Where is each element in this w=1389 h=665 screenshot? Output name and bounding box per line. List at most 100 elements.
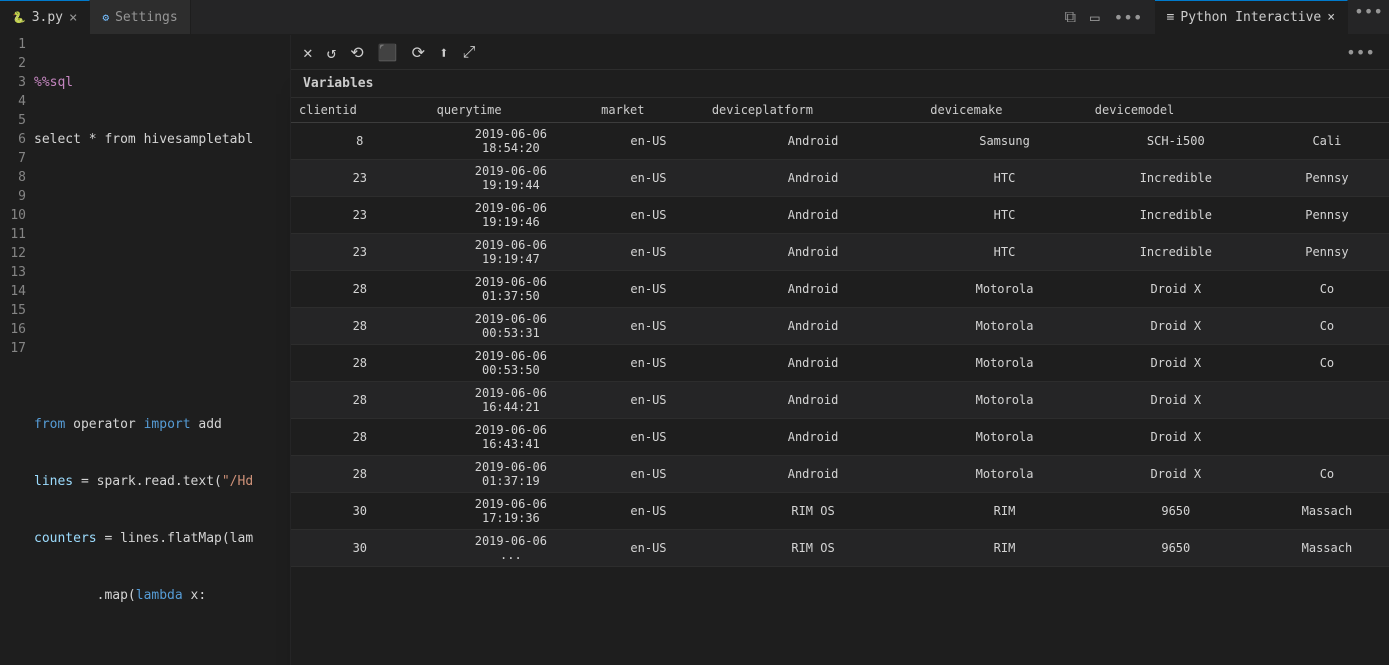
- cell-clientid: 23: [291, 197, 429, 234]
- col-header-deviceplatform[interactable]: deviceplatform: [704, 98, 922, 123]
- col-header-devicemake[interactable]: devicemake: [922, 98, 1087, 123]
- redo-btn[interactable]: ⟳: [408, 41, 429, 64]
- cell-devicemake: Motorola: [922, 419, 1087, 456]
- line-num-2: 2: [0, 54, 26, 73]
- cell-deviceplatform: Android: [704, 345, 922, 382]
- cell-deviceplatform: Android: [704, 123, 922, 160]
- col-header-querytime[interactable]: querytime: [429, 98, 594, 123]
- cell-clientid: 28: [291, 345, 429, 382]
- cell-devicemake: HTC: [922, 160, 1087, 197]
- table-row[interactable]: 282019-06-06 01:37:19en-USAndroidMotorol…: [291, 456, 1389, 493]
- cell-extra: Massach: [1265, 530, 1389, 567]
- cell-deviceplatform: Android: [704, 382, 922, 419]
- tab-settings[interactable]: ⚙ Settings: [90, 0, 190, 34]
- table-header-row: clientid querytime market deviceplatform…: [291, 98, 1389, 123]
- table-row[interactable]: 282019-06-06 00:53:31en-USAndroidMotorol…: [291, 308, 1389, 345]
- tab-spacer: [191, 0, 1053, 34]
- cell-devicemodel: Droid X: [1087, 419, 1265, 456]
- table-row[interactable]: 302019-06-06 17:19:36en-USRIM OSRIM9650M…: [291, 493, 1389, 530]
- cell-deviceplatform: RIM OS: [704, 530, 922, 567]
- editor-toolbar: ⧉ ▭ •••: [1053, 0, 1155, 34]
- cell-querytime: 2019-06-06 17:19:36: [429, 493, 594, 530]
- cell-market: en-US: [593, 197, 704, 234]
- cell-querytime: 2019-06-06 ...: [429, 530, 594, 567]
- table-row[interactable]: 232019-06-06 19:19:46en-USAndroidHTCIncr…: [291, 197, 1389, 234]
- cell-devicemodel: Incredible: [1087, 197, 1265, 234]
- stop-btn[interactable]: ⬛: [374, 41, 402, 64]
- python-toolbar-more[interactable]: •••: [1340, 41, 1381, 64]
- toggle-layout-btn[interactable]: ▭: [1086, 6, 1104, 29]
- cell-querytime: 2019-06-06 19:19:47: [429, 234, 594, 271]
- line-num-16: 16: [0, 320, 26, 339]
- cell-querytime: 2019-06-06 16:43:41: [429, 419, 594, 456]
- cell-devicemake: Motorola: [922, 308, 1087, 345]
- cell-deviceplatform: Android: [704, 456, 922, 493]
- col-header-devicemodel[interactable]: devicemodel: [1087, 98, 1265, 123]
- more-actions-btn[interactable]: •••: [1110, 6, 1147, 29]
- python-more-btn[interactable]: •••: [1348, 0, 1389, 34]
- cell-deviceplatform: Android: [704, 197, 922, 234]
- col-header-market[interactable]: market: [593, 98, 704, 123]
- cell-deviceplatform: RIM OS: [704, 493, 922, 530]
- cell-extra: Pennsy: [1265, 197, 1389, 234]
- cell-market: en-US: [593, 345, 704, 382]
- code-line-1: %%sql: [34, 73, 290, 92]
- settings-tab-label: Settings: [115, 10, 178, 25]
- tab-editor[interactable]: 🐍 3.py ×: [0, 0, 90, 34]
- line-num-10: 10: [0, 206, 26, 225]
- cell-querytime: 2019-06-06 00:53:31: [429, 308, 594, 345]
- undo-btn[interactable]: ⟲: [346, 41, 367, 64]
- line-num-3: 3: [0, 73, 26, 92]
- cell-market: en-US: [593, 493, 704, 530]
- cell-devicemodel: Droid X: [1087, 345, 1265, 382]
- cell-extra: Cali: [1265, 123, 1389, 160]
- cell-clientid: 28: [291, 456, 429, 493]
- cell-devicemodel: Droid X: [1087, 271, 1265, 308]
- table-row[interactable]: 82019-06-06 18:54:20en-USAndroidSamsungS…: [291, 123, 1389, 160]
- table-row[interactable]: 302019-06-06 ...en-USRIM OSRIM9650Massac…: [291, 530, 1389, 567]
- split-editor-btn[interactable]: ⧉: [1061, 5, 1080, 29]
- cell-extra: Massach: [1265, 493, 1389, 530]
- table-row[interactable]: 232019-06-06 19:19:47en-USAndroidHTCIncr…: [291, 234, 1389, 271]
- cell-clientid: 28: [291, 308, 429, 345]
- cell-extra: [1265, 419, 1389, 456]
- table-row[interactable]: 232019-06-06 19:19:44en-USAndroidHTCIncr…: [291, 160, 1389, 197]
- close-btn[interactable]: ✕: [299, 41, 317, 64]
- cell-devicemodel: Droid X: [1087, 308, 1265, 345]
- cell-extra: Co: [1265, 345, 1389, 382]
- code-area[interactable]: %%sql select * from hivesampletabl from …: [34, 35, 290, 630]
- cell-extra: Co: [1265, 456, 1389, 493]
- code-line-6: [34, 358, 290, 377]
- code-line-2: select * from hivesampletabl: [34, 130, 290, 149]
- table-row[interactable]: 282019-06-06 00:53:50en-USAndroidMotorol…: [291, 345, 1389, 382]
- cell-querytime: 2019-06-06 16:44:21: [429, 382, 594, 419]
- settings-icon: ⚙: [102, 11, 109, 24]
- data-table[interactable]: clientid querytime market deviceplatform…: [291, 98, 1389, 665]
- expand-btn[interactable]: ⤢: [459, 40, 480, 64]
- cell-devicemake: HTC: [922, 234, 1087, 271]
- python-file-icon: 🐍: [12, 11, 26, 24]
- cell-devicemake: Motorola: [922, 271, 1087, 308]
- table-row[interactable]: 282019-06-06 16:44:21en-USAndroidMotorol…: [291, 382, 1389, 419]
- python-tab-close[interactable]: ×: [1327, 10, 1335, 25]
- table-row[interactable]: 282019-06-06 01:37:50en-USAndroidMotorol…: [291, 271, 1389, 308]
- col-header-clientid[interactable]: clientid: [291, 98, 429, 123]
- cell-devicemake: HTC: [922, 197, 1087, 234]
- editor-tab-close[interactable]: ×: [69, 10, 77, 26]
- line-num-14: 14: [0, 282, 26, 301]
- line-num-7: 7: [0, 149, 26, 168]
- cell-clientid: 30: [291, 530, 429, 567]
- cell-clientid: 30: [291, 493, 429, 530]
- col-header-extra[interactable]: [1265, 98, 1389, 123]
- cell-deviceplatform: Android: [704, 234, 922, 271]
- line-num-11: 11: [0, 225, 26, 244]
- table-row[interactable]: 282019-06-06 16:43:41en-USAndroidMotorol…: [291, 419, 1389, 456]
- editor-panel: 1 2 3 4 5 6 7 8 9 10 11 12 13 14 15 16 1…: [0, 35, 290, 665]
- restart-btn[interactable]: ↺: [323, 41, 341, 64]
- tab-python-interactive[interactable]: ≡ Python Interactive ×: [1155, 0, 1349, 34]
- code-line-10: .map(lambda x:: [34, 586, 290, 605]
- cell-devicemodel: Droid X: [1087, 382, 1265, 419]
- tab-bar: 🐍 3.py × ⚙ Settings ⧉ ▭ ••• ≡ Python Int…: [0, 0, 1389, 35]
- cell-devicemake: RIM: [922, 530, 1087, 567]
- export-btn[interactable]: ⬆: [435, 41, 453, 64]
